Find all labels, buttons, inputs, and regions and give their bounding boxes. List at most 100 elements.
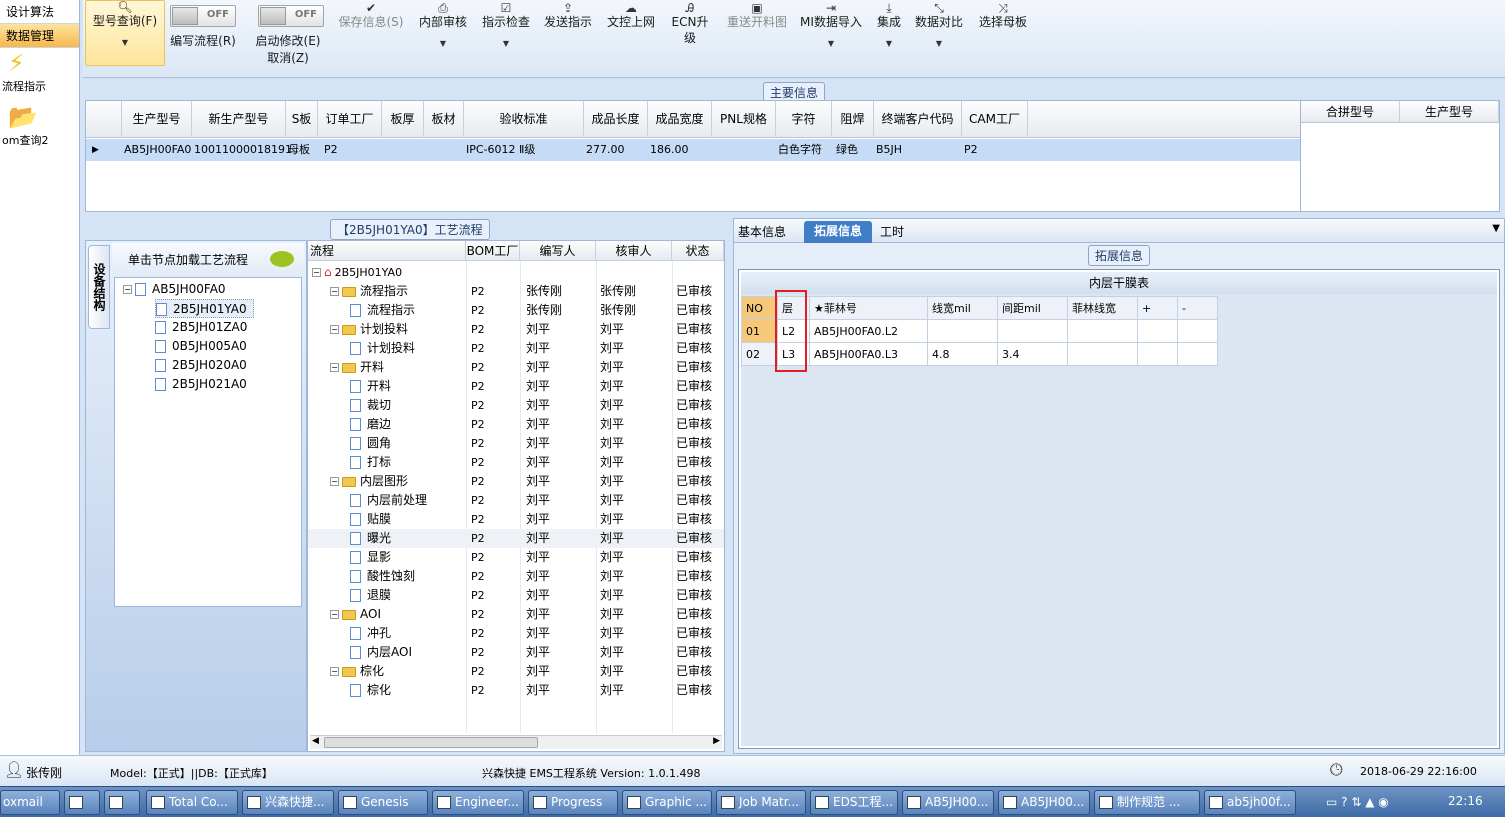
- tree-node[interactable]: 0B5JH005A0: [155, 337, 247, 356]
- col-header[interactable]: 板材: [424, 101, 464, 138]
- data-compare-button[interactable]: ⤡ 数据对比 ▼: [913, 2, 965, 52]
- cancel-button[interactable]: 取消(Z): [251, 50, 325, 66]
- process-step[interactable]: 计划投料: [350, 339, 415, 358]
- collapse-icon[interactable]: −: [330, 363, 339, 372]
- process-row[interactable]: − AOI P2 刘平 刘平 已审核: [308, 605, 724, 624]
- process-row[interactable]: − 流程指示 P2 张传刚 张传刚 已审核: [308, 282, 724, 301]
- select-mother-board-button[interactable]: ⤨ 选择母板: [976, 2, 1030, 30]
- col-header[interactable]: 线宽mil: [927, 296, 998, 320]
- process-row[interactable]: 流程指示 P2 张传刚 张传刚 已审核: [308, 301, 724, 320]
- cell[interactable]: [1177, 342, 1218, 366]
- col-header[interactable]: 板厚: [382, 101, 424, 138]
- model-query-button[interactable]: 🔍︎ 型号查询(F) ▼: [85, 0, 165, 66]
- taskbar-item[interactable]: ab5jh00f...: [1204, 790, 1296, 815]
- col-header[interactable]: 间距mil: [997, 296, 1068, 320]
- cell[interactable]: [1137, 342, 1178, 366]
- collapse-icon[interactable]: −: [330, 610, 339, 619]
- cell[interactable]: 母板: [286, 139, 310, 161]
- process-step[interactable]: − 棕化: [330, 662, 384, 681]
- col-header[interactable]: 成品宽度: [648, 101, 712, 138]
- process-step[interactable]: − AOI: [330, 605, 381, 624]
- equipment-structure-tab[interactable]: 设备结构: [88, 245, 110, 329]
- process-step[interactable]: 显影: [350, 548, 391, 567]
- col-header[interactable]: 终端客户代码: [874, 101, 962, 138]
- col-header[interactable]: 字符: [776, 101, 832, 138]
- process-step[interactable]: 流程指示: [350, 301, 415, 320]
- cell[interactable]: AB5JH00FA0.L2: [809, 319, 928, 343]
- col-header[interactable]: BOM工厂: [466, 241, 520, 261]
- table-row[interactable]: ▶ AB5JH00FA0 10011000018191 母板 P2 IPC-60…: [86, 139, 1300, 161]
- col-header[interactable]: 菲林线宽: [1067, 296, 1138, 320]
- col-header[interactable]: 状态: [672, 241, 724, 261]
- tree-node[interactable]: 2B5JH021A0: [155, 375, 247, 394]
- table-row[interactable]: 02 L3 AB5JH00FA0.L3 4.8 3.4: [741, 342, 1218, 366]
- cell[interactable]: [997, 319, 1068, 343]
- cell[interactable]: 绿色: [834, 139, 858, 161]
- process-row[interactable]: 显影 P2 刘平 刘平 已审核: [308, 548, 724, 567]
- process-row[interactable]: 开料 P2 刘平 刘平 已审核: [308, 377, 724, 396]
- process-step[interactable]: 曝光: [350, 529, 391, 548]
- process-step[interactable]: 开料: [350, 377, 391, 396]
- cell[interactable]: 白色字符: [776, 139, 822, 161]
- instruction-check-button[interactable]: ☑ 指示检查 ▼: [479, 2, 533, 52]
- horizontal-scrollbar[interactable]: ◀ ▶: [310, 735, 722, 749]
- nav-tab-data-mgmt[interactable]: 数据管理: [0, 24, 79, 48]
- taskbar-item-foxmail[interactable]: oxmail: [0, 790, 60, 815]
- process-step[interactable]: 磨边: [350, 415, 391, 434]
- col-header[interactable]: CAM工厂: [962, 101, 1028, 138]
- col-header[interactable]: 流程: [308, 241, 466, 261]
- taskbar-item[interactable]: Graphic ...: [622, 790, 712, 815]
- cell[interactable]: P2: [322, 139, 338, 161]
- process-step[interactable]: − 流程指示: [330, 282, 408, 301]
- process-row[interactable]: 冲孔 P2 刘平 刘平 已审核: [308, 624, 724, 643]
- remove-column-button[interactable]: -: [1177, 296, 1218, 320]
- process-row[interactable]: 退膜 P2 刘平 刘平 已审核: [308, 586, 724, 605]
- taskbar-item[interactable]: [64, 790, 100, 815]
- cell[interactable]: AB5JH00FA0.L3: [809, 342, 928, 366]
- cell[interactable]: [1137, 319, 1178, 343]
- process-row[interactable]: 磨边 P2 刘平 刘平 已审核: [308, 415, 724, 434]
- ecn-upgrade-button[interactable]: Ꭿ ECN升级: [667, 2, 713, 46]
- save-info-button[interactable]: ✔ 保存信息(S): [333, 2, 409, 30]
- col-header[interactable]: 生产型号: [122, 101, 192, 138]
- send-instruction-button[interactable]: ⇪ 发送指示: [541, 2, 595, 30]
- edit-flow-toggle[interactable]: OFF: [170, 5, 236, 27]
- collapse-icon[interactable]: −: [330, 325, 339, 334]
- process-row[interactable]: 曝光 P2 刘平 刘平 已审核: [308, 529, 724, 548]
- process-row[interactable]: 打标 P2 刘平 刘平 已审核: [308, 453, 724, 472]
- taskbar-item[interactable]: EDS工程...: [810, 790, 898, 815]
- process-step[interactable]: − 计划投料: [330, 320, 408, 339]
- process-row[interactable]: − 棕化 P2 刘平 刘平 已审核: [308, 662, 724, 681]
- cell[interactable]: [1067, 319, 1138, 343]
- tab-extended-info[interactable]: 拓展信息: [804, 221, 872, 243]
- cell[interactable]: 01: [741, 319, 778, 343]
- taskbar-item[interactable]: [104, 790, 140, 815]
- col-header[interactable]: 生产型号: [1400, 101, 1499, 123]
- process-step[interactable]: 裁切: [350, 396, 391, 415]
- col-header[interactable]: 成品长度: [584, 101, 648, 138]
- process-row[interactable]: − 计划投料 P2 刘平 刘平 已审核: [308, 320, 724, 339]
- taskbar-item[interactable]: Progress: [528, 790, 618, 815]
- col-header[interactable]: 合拼型号: [1301, 101, 1400, 123]
- process-row[interactable]: 贴膜 P2 刘平 刘平 已审核: [308, 510, 724, 529]
- collapse-icon[interactable]: −: [330, 287, 339, 296]
- cell[interactable]: AB5JH00FA0: [122, 139, 191, 161]
- collapse-icon[interactable]: −: [330, 667, 339, 676]
- nav-tab-design-algo[interactable]: 设计算法: [0, 0, 79, 24]
- process-step[interactable]: 打标: [350, 453, 391, 472]
- start-modify-toggle[interactable]: OFF: [258, 5, 324, 27]
- col-header[interactable]: 订单工厂: [318, 101, 382, 138]
- process-step[interactable]: − 开料: [330, 358, 384, 377]
- process-row[interactable]: 内层AOI P2 刘平 刘平 已审核: [308, 643, 724, 662]
- start-modify-button[interactable]: 启动修改(E): [251, 33, 325, 49]
- resend-cutting-chart-button[interactable]: ▣ 重送开料图: [724, 2, 790, 30]
- process-row[interactable]: 酸性蚀刻 P2 刘平 刘平 已审核: [308, 567, 724, 586]
- process-step[interactable]: 贴膜: [350, 510, 391, 529]
- lightning-icon[interactable]: ⚡: [0, 48, 79, 78]
- process-row[interactable]: − 开料 P2 刘平 刘平 已审核: [308, 358, 724, 377]
- tree-node-selected[interactable]: 2B5JH01YA0: [155, 299, 254, 318]
- cell[interactable]: IPC-6012 Ⅱ级: [464, 139, 535, 161]
- process-step[interactable]: 圆角: [350, 434, 391, 453]
- process-step[interactable]: 退膜: [350, 586, 391, 605]
- cell[interactable]: 02: [741, 342, 778, 366]
